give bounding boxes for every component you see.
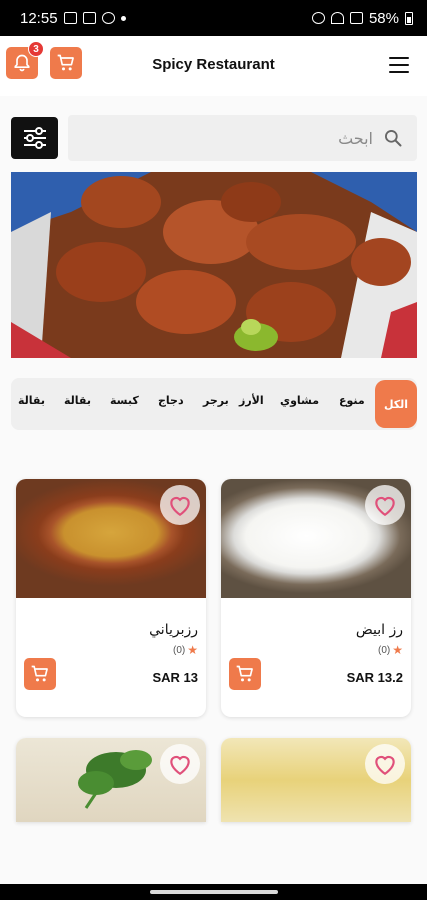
category-chip-chicken[interactable]: دجاج <box>158 394 184 407</box>
promo-banner[interactable] <box>11 172 417 358</box>
battery-percent: 58% <box>368 9 399 27</box>
search-input[interactable] <box>78 115 373 161</box>
signal-icon <box>349 12 363 24</box>
search-icon[interactable] <box>383 128 403 148</box>
rating-count: (0) <box>173 644 186 656</box>
status-bar: 12:55 58% <box>0 0 427 36</box>
laptop-notification-icon <box>82 12 96 24</box>
add-to-cart-button[interactable] <box>24 658 56 690</box>
facebook-notification-icon <box>101 12 115 24</box>
favorite-button[interactable] <box>160 485 200 525</box>
heart-outline-icon <box>170 496 190 517</box>
favorite-button[interactable] <box>365 744 405 784</box>
battery-icon <box>405 11 413 25</box>
fried-chicken-image <box>11 172 417 358</box>
search-bar <box>68 115 417 161</box>
product-name: رز ابيض <box>355 622 403 638</box>
cart-icon <box>31 665 48 682</box>
category-chip-mixed[interactable]: منوع <box>339 394 365 407</box>
filter-button[interactable] <box>11 117 58 159</box>
category-chip-grocery[interactable]: بقالة <box>64 394 91 407</box>
system-navigation-bar <box>0 884 427 900</box>
status-left: 12:55 <box>20 10 126 27</box>
heart-outline-icon <box>375 755 395 776</box>
category-chip-grocery[interactable]: بقالة <box>18 394 45 407</box>
alarm-icon <box>311 12 325 24</box>
product-rating: (0) ★ <box>173 643 198 657</box>
notification-badge: 3 <box>28 41 44 57</box>
app-screen: 12:55 58% 3 Spicy Restaurant ابحث الكل م… <box>0 0 427 900</box>
category-chip-all[interactable]: الكل <box>375 380 417 428</box>
product-name: رزبرياني <box>149 622 198 638</box>
category-chip-kabsa[interactable]: كبسة <box>110 394 139 407</box>
cart-icon <box>236 665 253 682</box>
favorite-button[interactable] <box>160 744 200 784</box>
add-to-cart-button[interactable] <box>229 658 261 690</box>
status-right: 58% <box>311 9 413 27</box>
product-card[interactable]: رزبرياني (0) ★ SAR 13 <box>16 479 206 717</box>
app-header: 3 Spicy Restaurant <box>0 36 427 96</box>
hamburger-menu-icon[interactable] <box>389 57 409 73</box>
heart-outline-icon <box>170 755 190 776</box>
gallery-notification-icon <box>63 12 77 24</box>
home-indicator[interactable] <box>150 890 278 894</box>
category-chip-rice[interactable]: الأرز <box>239 394 264 407</box>
product-rating: (0) ★ <box>378 643 403 657</box>
category-chip-burger[interactable]: برجر <box>203 394 229 407</box>
more-notifications-dot-icon <box>120 15 126 21</box>
rating-count: (0) <box>378 644 391 656</box>
product-card[interactable] <box>221 738 411 822</box>
app-title: Spicy Restaurant <box>152 56 275 73</box>
category-chip-grills[interactable]: مشاوي <box>280 394 319 407</box>
heart-outline-icon <box>375 496 395 517</box>
favorite-button[interactable] <box>365 485 405 525</box>
sliders-filter-icon <box>23 127 46 149</box>
product-price: SAR 13.2 <box>346 670 403 685</box>
status-time: 12:55 <box>20 9 58 27</box>
product-card[interactable]: رز ابيض (0) ★ SAR 13.2 <box>221 479 411 717</box>
category-bar: الكل منوع مشاوي الأرز برجر دجاج كبسة بقا… <box>11 378 417 430</box>
product-card[interactable] <box>16 738 206 822</box>
star-icon: ★ <box>187 643 198 657</box>
hotspot-icon <box>330 12 344 24</box>
product-price: SAR 13 <box>152 670 198 685</box>
star-icon: ★ <box>392 643 403 657</box>
